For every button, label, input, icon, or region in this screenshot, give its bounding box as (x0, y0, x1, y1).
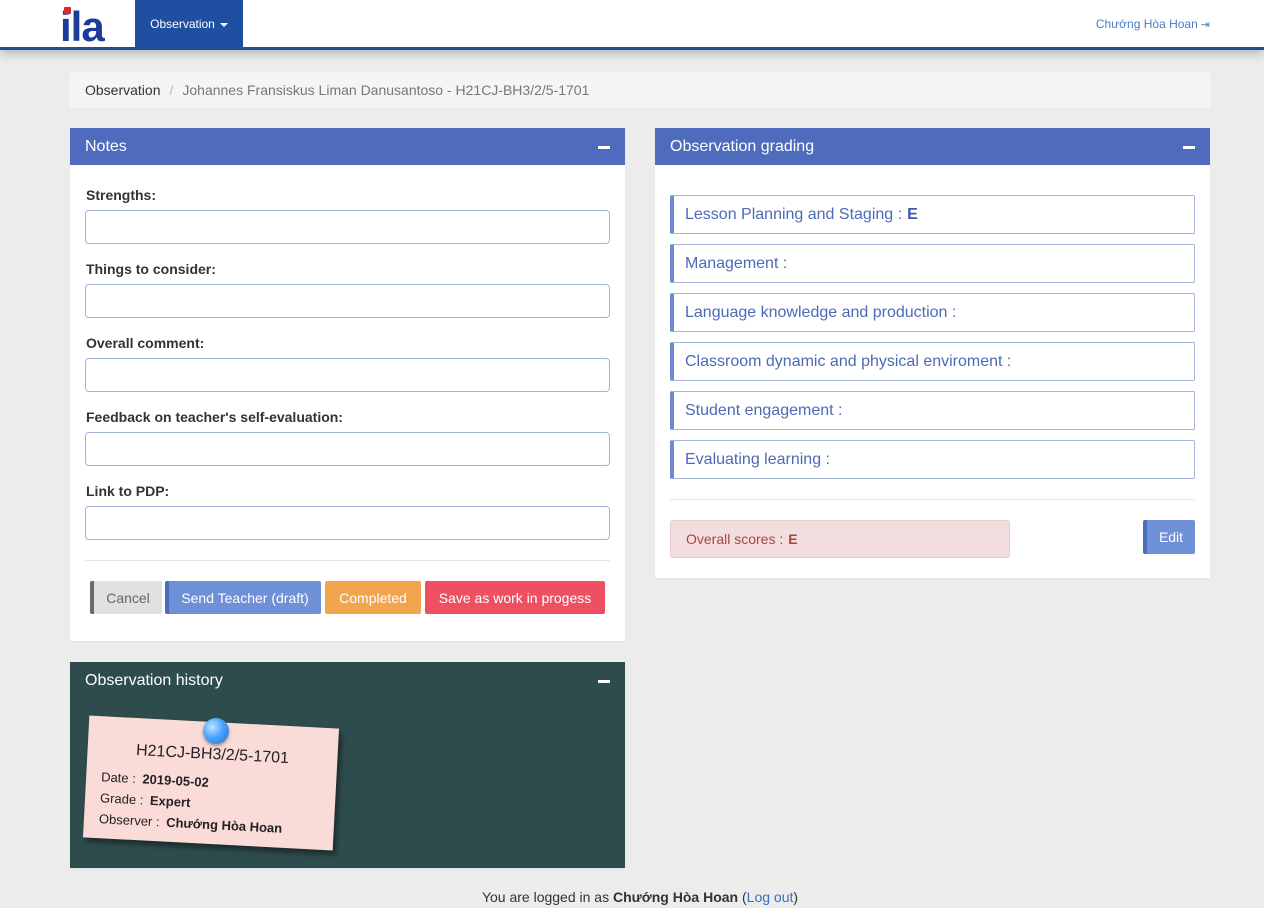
overall-scores-label: Overall scores : (686, 531, 784, 547)
grade-item-classroom-dynamic[interactable]: Classroom dynamic and physical enviromen… (670, 342, 1195, 381)
pushpin-icon (203, 718, 229, 744)
collapse-icon[interactable] (598, 146, 610, 149)
history-panel-header: Observation history (70, 662, 625, 699)
observation-grading-panel: Observation grading Lesson Planning and … (655, 128, 1210, 578)
breadcrumb-separator: / (169, 82, 174, 98)
grade-item-student-engagement[interactable]: Student engagement : (670, 391, 1195, 430)
card-grade-label: Grade : (99, 790, 144, 808)
strengths-input[interactable] (85, 210, 610, 244)
link-to-pdp-input[interactable] (85, 506, 610, 540)
grade-item-label: Language knowledge and production : (685, 303, 957, 321)
grading-title: Observation grading (670, 137, 815, 155)
grade-item-language-knowledge[interactable]: Language knowledge and production : (670, 293, 1195, 332)
user-logout-link[interactable]: Chướng Hòa Hoan ⇥ (1096, 17, 1210, 31)
overall-comment-label: Overall comment: (86, 335, 205, 351)
self-evaluation-feedback-label: Feedback on teacher's self-evaluation: (86, 409, 343, 425)
footer-prefix: You are logged in as (481, 889, 610, 905)
grade-item-lesson-planning[interactable]: Lesson Planning and Staging : E (670, 195, 1195, 234)
grade-item-value: E (907, 205, 918, 223)
edit-button[interactable]: Edit (1143, 520, 1195, 554)
overall-scores-box: Overall scores : E (670, 520, 1010, 558)
grade-item-label: Classroom dynamic and physical enviromen… (685, 352, 1012, 370)
notes-panel: Notes Strengths: Things to consider: Ove… (70, 128, 625, 641)
top-navbar: ila Observation Chướng Hòa Hoan ⇥ (0, 0, 1264, 50)
sign-out-icon: ⇥ (1200, 18, 1210, 31)
card-grade-value: Expert (149, 792, 191, 810)
notes-title: Notes (85, 137, 127, 155)
card-date-label: Date : (100, 769, 137, 787)
grading-divider (670, 499, 1195, 500)
footer-login-status: You are logged in as Chướng Hòa Hoan (Lo… (0, 889, 1264, 905)
card-code: H21CJ-BH3/2/5-1701 (135, 742, 290, 768)
user-name: Chướng Hòa Hoan (1095, 17, 1198, 31)
ila-logo[interactable]: ila (60, 2, 112, 48)
observation-history-panel: Observation history H21CJ-BH3/2/5-1701 D… (70, 662, 625, 868)
caret-down-icon (219, 23, 228, 27)
link-to-pdp-label: Link to PDP: (86, 483, 170, 499)
grade-item-label: Evaluating learning : (685, 450, 830, 468)
collapse-icon[interactable] (598, 680, 610, 683)
card-observer-value: Chướng Hòa Hoan (165, 814, 283, 836)
breadcrumb-observation[interactable]: Observation (85, 82, 160, 98)
completed-button[interactable]: Completed (325, 581, 421, 614)
overall-scores-value: E (788, 531, 798, 547)
things-to-consider-label: Things to consider: (86, 261, 216, 277)
things-to-consider-input[interactable] (85, 284, 610, 318)
grade-item-management[interactable]: Management : (670, 244, 1195, 283)
observation-menu-button[interactable]: Observation (135, 0, 243, 48)
notes-panel-header: Notes (70, 128, 625, 165)
grading-panel-header: Observation grading (655, 128, 1210, 165)
card-date-value: 2019-05-02 (142, 771, 210, 790)
breadcrumb: Observation / Johannes Fransiskus Liman … (70, 72, 1210, 108)
grade-item-label: Lesson Planning and Staging : (685, 205, 903, 223)
save-work-in-progress-button[interactable]: Save as work in progess (425, 581, 605, 614)
grade-item-evaluating-learning[interactable]: Evaluating learning : (670, 440, 1195, 479)
observation-menu-label: Observation (150, 17, 215, 31)
card-observer-row: Observer : Chướng Hòa Hoan (99, 811, 283, 836)
breadcrumb-current: Johannes Fransiskus Liman Danusantoso - … (182, 82, 590, 98)
history-title: Observation history (85, 671, 223, 689)
send-teacher-draft-button[interactable]: Send Teacher (draft) (165, 581, 321, 614)
footer-close-paren: ) (793, 889, 799, 905)
cancel-button[interactable]: Cancel (90, 581, 162, 614)
logout-link[interactable]: Log out (747, 889, 794, 905)
card-grade-row: Grade : Expert (100, 790, 191, 810)
overall-comment-input[interactable] (85, 358, 610, 392)
footer-user: Chướng Hòa Hoan (613, 889, 739, 905)
collapse-icon[interactable] (1183, 146, 1195, 149)
grade-item-label: Student engagement : (685, 401, 843, 419)
self-evaluation-feedback-input[interactable] (85, 432, 610, 466)
strengths-label: Strengths: (86, 187, 156, 203)
notes-divider (85, 560, 610, 561)
card-observer-label: Observer : (98, 811, 160, 830)
logo-dot (64, 7, 71, 14)
grade-item-label: Management : (685, 254, 788, 272)
card-date-row: Date : 2019-05-02 (101, 769, 209, 790)
